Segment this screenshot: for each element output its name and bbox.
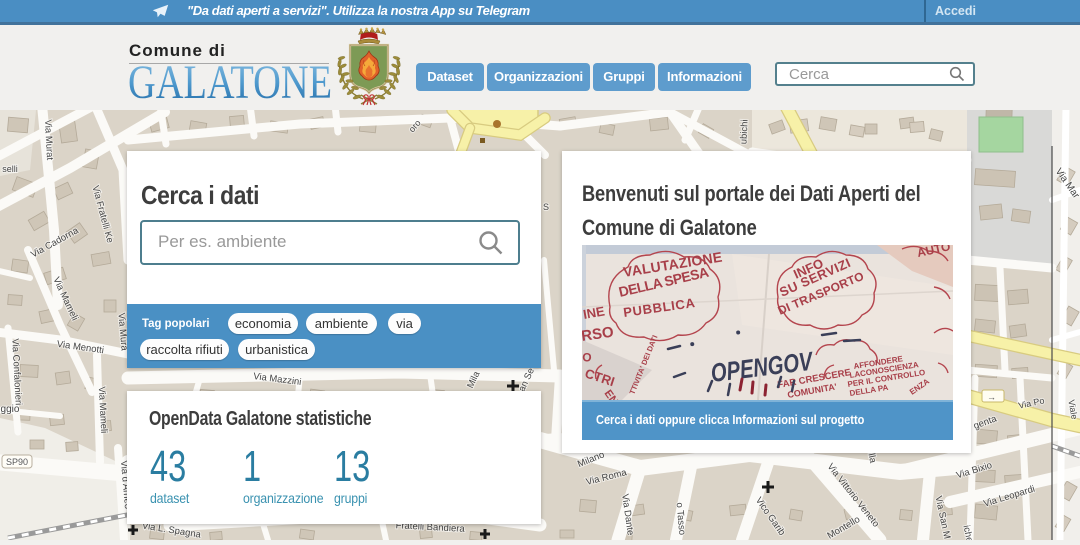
svg-text:ggio: ggio [1, 404, 20, 415]
svg-text:Via Murat: Via Murat [42, 119, 55, 160]
svg-text:→: → [987, 392, 996, 402]
svg-text:selli: selli [2, 164, 18, 174]
svg-text:S: S [543, 202, 549, 212]
svg-text:ubichi: ubichi [738, 119, 750, 144]
svg-text:SP90: SP90 [6, 457, 28, 467]
svg-text:O: O [582, 350, 592, 365]
